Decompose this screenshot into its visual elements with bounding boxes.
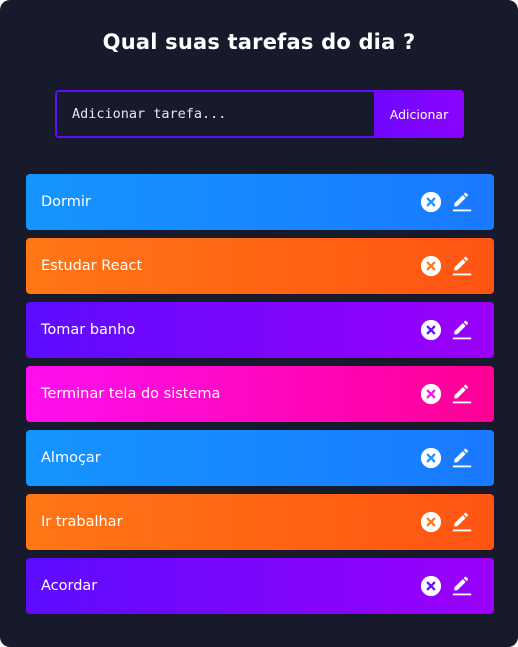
todo-text: Ir trabalhar — [41, 514, 123, 530]
todo-text: Estudar React — [41, 258, 143, 274]
pencil-edit-icon[interactable] — [452, 384, 472, 404]
todo-actions — [420, 447, 472, 469]
todo-form: Adicionar — [55, 90, 464, 138]
todo-row: Terminar tela do sistema — [26, 366, 494, 422]
todo-actions — [420, 383, 472, 405]
todo-app: Qual suas tarefas do dia ? Adicionar Dor… — [0, 0, 518, 647]
todo-row: Tomar banho — [26, 302, 494, 358]
todo-row: Acordar — [26, 558, 494, 614]
close-circle-icon[interactable] — [420, 383, 442, 405]
task-input[interactable] — [55, 90, 374, 138]
todo-row: Ir trabalhar — [26, 494, 494, 550]
todo-actions — [420, 511, 472, 533]
close-circle-icon[interactable] — [420, 191, 442, 213]
todo-list: Dormir Estudar React Tomar banho Termina… — [26, 174, 494, 622]
todo-actions — [420, 319, 472, 341]
close-circle-icon[interactable] — [420, 511, 442, 533]
close-circle-icon[interactable] — [420, 255, 442, 277]
pencil-edit-icon[interactable] — [452, 320, 472, 340]
todo-actions — [420, 575, 472, 597]
todo-actions — [420, 191, 472, 213]
page-title: Qual suas tarefas do dia ? — [102, 30, 416, 54]
pencil-edit-icon[interactable] — [452, 192, 472, 212]
todo-actions — [420, 255, 472, 277]
pencil-edit-icon[interactable] — [452, 576, 472, 596]
todo-text: Tomar banho — [41, 322, 136, 338]
close-circle-icon[interactable] — [420, 319, 442, 341]
todo-text: Dormir — [41, 194, 91, 210]
pencil-edit-icon[interactable] — [452, 448, 472, 468]
pencil-edit-icon[interactable] — [452, 256, 472, 276]
todo-text: Terminar tela do sistema — [41, 386, 221, 402]
close-circle-icon[interactable] — [420, 575, 442, 597]
todo-row: Dormir — [26, 174, 494, 230]
close-circle-icon[interactable] — [420, 447, 442, 469]
add-button[interactable]: Adicionar — [374, 90, 464, 138]
todo-text: Almoçar — [41, 450, 101, 466]
pencil-edit-icon[interactable] — [452, 512, 472, 532]
todo-text: Acordar — [41, 578, 98, 594]
todo-row: Estudar React — [26, 238, 494, 294]
todo-row: Almoçar — [26, 430, 494, 486]
